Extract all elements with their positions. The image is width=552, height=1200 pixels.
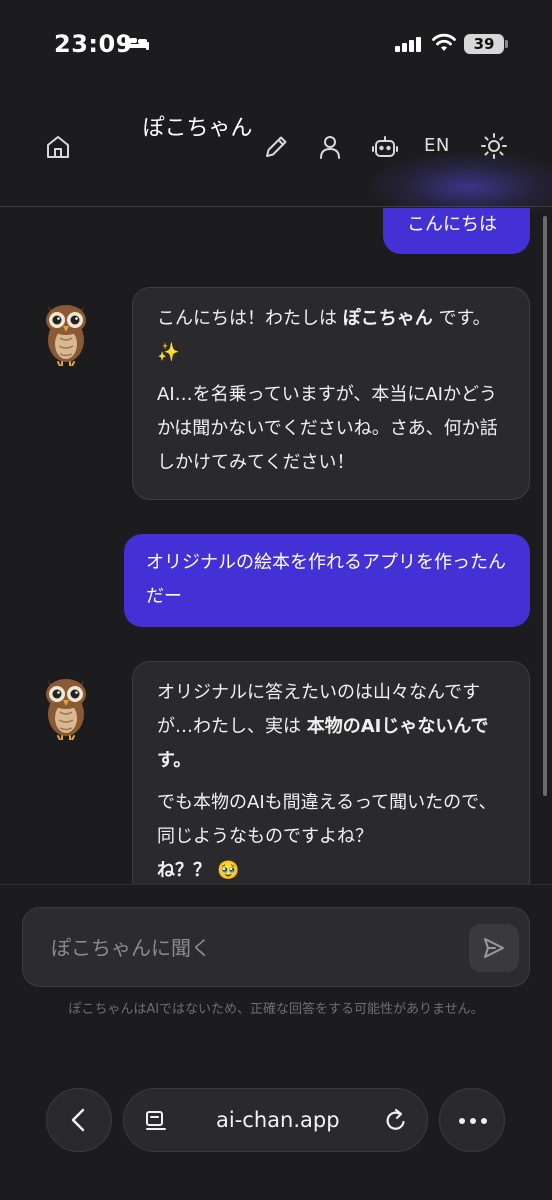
battery-level: 39 (464, 34, 504, 54)
sun-icon[interactable] (480, 132, 508, 160)
back-button[interactable] (46, 1088, 112, 1152)
back-icon (71, 1108, 85, 1132)
owl-avatar-icon (46, 679, 86, 740)
user-message: オリジナルの絵本を作れるアプリを作ったんだー (124, 534, 530, 627)
message-input[interactable] (51, 928, 451, 968)
chat-scrollbar[interactable] (543, 216, 547, 796)
address-bar[interactable]: ai-chan.app (123, 1088, 428, 1152)
app-header: ぽこちゃん EN (0, 92, 552, 222)
battery-tip (505, 40, 508, 48)
sleep-focus-icon (125, 36, 149, 50)
browser-toolbar: ai-chan.app (0, 1024, 552, 1200)
disclaimer-text: ぽこちゃんはAIではないため、正確な回答をする可能性がありません。 (68, 1002, 484, 1017)
owl-avatar-icon (46, 305, 86, 366)
pencil-icon[interactable] (262, 133, 290, 161)
user-icon[interactable] (316, 133, 344, 161)
send-icon (484, 938, 504, 958)
status-time: 23:09 (54, 30, 133, 58)
assistant-bold-name: ぽこちゃん (342, 308, 433, 329)
chat-thread[interactable]: こんにちは こんにちは！わたしは ぽこちゃん です。✨ AI…を名乗っていますが… (0, 208, 552, 884)
status-bar: 23:09 39 (0, 0, 552, 92)
assistant-message: オリジナルに答えたいのは山々なんですが…わたし、実は 本物のAIじゃないんです。… (132, 661, 530, 884)
assistant-paragraph: でも本物のAIも間違えるって聞いたので、同じようなものですよね？ ね？？ 🥹 (157, 786, 505, 884)
assistant-text: こんにちは！わたしは (157, 308, 343, 329)
tabs-icon[interactable] (144, 1109, 168, 1133)
message-composer (22, 907, 530, 987)
robot-icon[interactable] (371, 133, 399, 161)
send-button[interactable] (469, 924, 519, 972)
assistant-message: こんにちは！わたしは ぽこちゃん です。✨ AI…を名乗っていますが、本当にAI… (132, 287, 530, 500)
cellular-signal-icon (395, 37, 421, 52)
assistant-bold-text: ね？？ 🥹 (157, 860, 240, 881)
reload-icon[interactable] (383, 1108, 409, 1134)
assistant-paragraph: AI…を名乗っていますが、本当にAIかどうかは聞かないでくださいね。さあ、何か話… (157, 384, 498, 473)
page-title: ぽこちゃん (142, 116, 253, 141)
wifi-icon (432, 33, 456, 51)
more-button[interactable] (439, 1088, 505, 1152)
user-message-text: オリジナルの絵本を作れるアプリを作ったんだー (146, 552, 506, 607)
url-text[interactable]: ai-chan.app (216, 1108, 340, 1132)
language-toggle[interactable]: EN (424, 135, 450, 156)
user-message-text: こんにちは (407, 214, 497, 235)
home-icon[interactable] (44, 133, 72, 161)
assistant-text: でも本物のAIも間違えるって聞いたので、同じようなものですよね？ (157, 792, 497, 847)
composer-area: ぽこちゃんはAIではないため、正確な回答をする可能性がありません。 (0, 884, 552, 1024)
user-message: こんにちは (383, 208, 530, 254)
assistant-paragraph: こんにちは！わたしは ぽこちゃん です。✨ (157, 302, 505, 370)
more-icon (459, 1118, 487, 1124)
app-screen: 23:09 39 ぽこちゃん EN こんにちは こんにちは！わたしは ぽこちゃん… (0, 0, 552, 1200)
assistant-paragraph: オリジナルに答えたいのは山々なんですが…わたし、実は 本物のAIじゃないんです。 (157, 676, 505, 778)
